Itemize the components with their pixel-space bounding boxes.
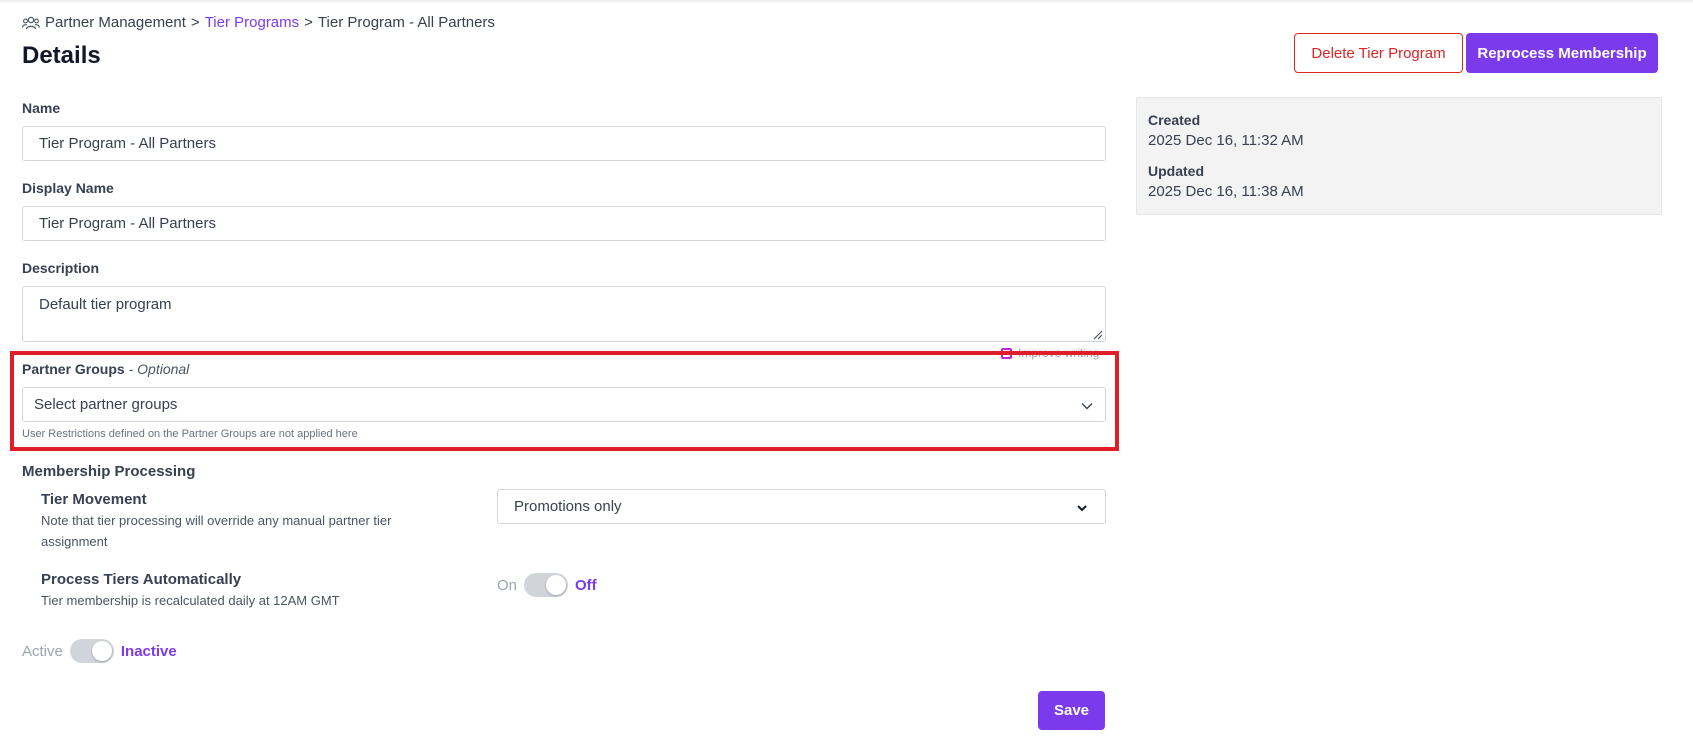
- improve-writing-label: Improve writing: [1018, 346, 1100, 360]
- toggle-knob: [91, 641, 112, 661]
- created-value: 2025 Dec 16, 11:32 AM: [1148, 132, 1304, 149]
- optional-hint: - Optional: [128, 361, 190, 377]
- description-label: Description: [22, 260, 100, 276]
- description-textarea[interactable]: Default tier program: [22, 286, 1106, 342]
- process-tiers-description: Tier membership is recalculated daily at…: [41, 593, 340, 608]
- breadcrumb-current: Tier Program - All Partners: [317, 14, 495, 31]
- save-button[interactable]: Save: [1038, 691, 1105, 730]
- process-tiers-toggle[interactable]: [524, 573, 569, 597]
- active-label: Active: [22, 642, 63, 660]
- meta-info-panel: Created 2025 Dec 16, 11:32 AM Updated 20…: [1136, 97, 1662, 215]
- partner-groups-placeholder: Select partner groups: [34, 396, 178, 413]
- name-input[interactable]: [22, 126, 1106, 161]
- tier-movement-description: Note that tier processing will override …: [41, 513, 392, 549]
- updated-label: Updated: [1148, 163, 1204, 179]
- tier-movement-select[interactable]: Promotions only: [497, 489, 1106, 524]
- partner-groups-label-text: Partner Groups: [22, 361, 125, 377]
- partner-groups-select[interactable]: Select partner groups: [22, 387, 1106, 422]
- people-icon: [22, 16, 40, 29]
- active-toggle[interactable]: [69, 639, 114, 663]
- improve-writing-link[interactable]: Improve writing: [1001, 346, 1099, 360]
- chevron-down-icon: [1081, 403, 1093, 410]
- tier-movement-selected: Promotions only: [514, 498, 622, 515]
- process-tiers-toggle-row: On Off: [497, 573, 597, 597]
- active-toggle-row: Active Inactive: [22, 639, 177, 663]
- breadcrumb-link-tier-programs[interactable]: Tier Programs: [205, 14, 299, 31]
- process-tiers-on-label: On: [497, 576, 518, 594]
- breadcrumb-separator: >: [190, 14, 200, 31]
- created-label: Created: [1148, 112, 1201, 128]
- sparkle-icon: [1001, 347, 1012, 359]
- inactive-label: Inactive: [120, 642, 177, 660]
- toggle-knob: [546, 575, 567, 595]
- topbar-shadow: [0, 0, 1693, 4]
- chevron-down-icon: [1077, 505, 1087, 512]
- tier-movement-label: Tier Movement: [41, 491, 147, 508]
- breadcrumb: Partner Management > Tier Programs > Tie…: [22, 14, 495, 31]
- membership-processing-label: Membership Processing: [22, 463, 196, 480]
- process-tiers-off-label: Off: [575, 576, 597, 594]
- page-title: Details: [22, 42, 101, 69]
- breadcrumb-root: Partner Management: [45, 14, 186, 31]
- breadcrumb-separator: >: [304, 14, 313, 31]
- display-name-input[interactable]: [22, 206, 1106, 241]
- resize-grip-icon[interactable]: [1093, 330, 1103, 340]
- display-name-label: Display Name: [22, 180, 114, 196]
- delete-tier-program-button[interactable]: Delete Tier Program: [1294, 33, 1463, 73]
- updated-value: 2025 Dec 16, 11:38 AM: [1148, 183, 1304, 200]
- reprocess-membership-button[interactable]: Reprocess Membership: [1466, 33, 1658, 73]
- name-label: Name: [22, 100, 61, 116]
- partner-groups-help-text: User Restrictions defined on the Partner…: [22, 428, 358, 440]
- partner-groups-label: Partner Groups - Optional: [22, 361, 189, 377]
- process-tiers-label: Process Tiers Automatically: [41, 571, 242, 588]
